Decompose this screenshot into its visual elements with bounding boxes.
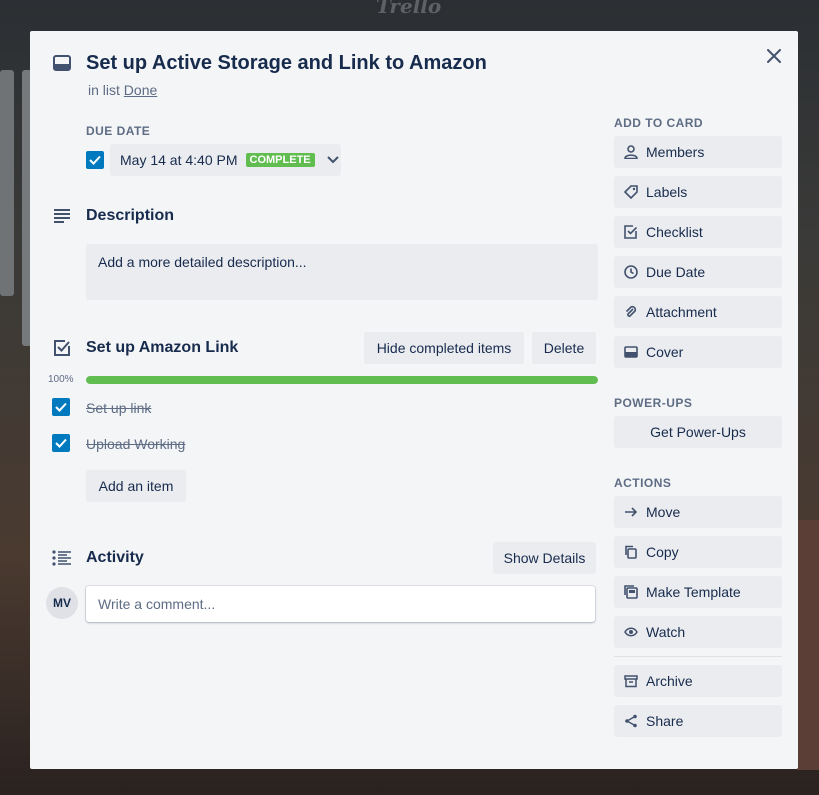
description-icon: [52, 206, 72, 226]
add-to-card-label: ADD TO CARD: [614, 116, 704, 130]
delete-checklist-button[interactable]: Delete: [532, 332, 596, 364]
card-title[interactable]: Set up Active Storage and Link to Amazon: [86, 52, 487, 75]
description-input[interactable]: Add a more detailed description...: [86, 244, 598, 300]
show-details-button[interactable]: Show Details: [493, 542, 596, 574]
activity-icon: [52, 548, 72, 568]
members-label: Members: [646, 144, 705, 160]
labels-label: Labels: [646, 184, 688, 200]
due-date-label: DUE DATE: [86, 124, 151, 138]
due-date-text: May 14 at 4:40 PM: [120, 152, 238, 168]
trello-logo: Trello: [376, 0, 442, 18]
due-date-button-sidebar[interactable]: Due Date: [614, 256, 782, 288]
archive-icon: [623, 673, 639, 689]
checklist-label: Checklist: [646, 224, 703, 240]
get-power-ups-button[interactable]: Get Power-Ups: [614, 416, 782, 448]
due-date-button[interactable]: May 14 at 4:40 PM COMPLETE: [110, 144, 341, 176]
share-icon: [623, 713, 639, 729]
due-complete-checkbox[interactable]: [86, 151, 104, 169]
complete-badge: COMPLETE: [245, 153, 315, 167]
list-link[interactable]: Done: [124, 82, 157, 98]
copy-icon: [623, 544, 639, 560]
share-button[interactable]: Share: [614, 705, 782, 737]
description-heading: Description: [86, 207, 175, 224]
checklist-icon: [623, 224, 639, 240]
watch-button[interactable]: Watch: [614, 616, 782, 648]
check-icon: [55, 402, 67, 412]
power-ups-label: POWER-UPS: [614, 396, 693, 410]
cover-button[interactable]: Cover: [614, 336, 782, 368]
archive-label: Archive: [646, 673, 693, 689]
template-icon: [623, 584, 639, 600]
archive-button[interactable]: Archive: [614, 665, 782, 697]
card-list-info: in list Done: [88, 82, 157, 98]
checklist-item-checkbox[interactable]: [52, 398, 70, 416]
move-button[interactable]: Move: [614, 496, 782, 528]
checklist-item-text[interactable]: Set up link: [86, 400, 151, 416]
due-date-label-sidebar: Due Date: [646, 264, 706, 280]
checklist-item-checkbox[interactable]: [52, 434, 70, 452]
paperclip-icon: [623, 304, 639, 320]
close-icon: [767, 49, 781, 63]
comment-input[interactable]: [86, 586, 595, 622]
avatar[interactable]: MV: [46, 587, 78, 619]
check-icon: [55, 438, 67, 448]
card-icon: [52, 53, 72, 73]
copy-button[interactable]: Copy: [614, 536, 782, 568]
copy-label: Copy: [646, 544, 679, 560]
hide-completed-button[interactable]: Hide completed items: [364, 332, 524, 364]
close-button[interactable]: [762, 44, 786, 68]
members-button[interactable]: Members: [614, 136, 782, 168]
move-label: Move: [646, 504, 681, 520]
cover-icon: [623, 344, 639, 360]
checklist-progress-fill: [86, 376, 598, 384]
person-icon: [623, 144, 639, 160]
eye-icon: [623, 624, 639, 640]
tag-icon: [623, 184, 639, 200]
labels-button[interactable]: Labels: [614, 176, 782, 208]
activity-heading: Activity: [86, 549, 144, 566]
cover-label: Cover: [646, 344, 684, 360]
sidebar-divider: [614, 656, 782, 657]
board-list-edge: [0, 70, 14, 296]
in-list-prefix: in list: [88, 82, 120, 98]
checklist-title[interactable]: Set up Amazon Link: [86, 339, 238, 357]
attachment-button[interactable]: Attachment: [614, 296, 782, 328]
checklist-icon: [52, 338, 72, 358]
make-template-label: Make Template: [646, 584, 741, 600]
checklist-button[interactable]: Checklist: [614, 216, 782, 248]
attachment-label: Attachment: [646, 304, 717, 320]
add-checklist-item-button[interactable]: Add an item: [86, 470, 186, 502]
board-background-strip: [797, 520, 819, 770]
checklist-progress-bar: [86, 376, 598, 384]
chevron-down-icon: [326, 156, 339, 164]
actions-label: ACTIONS: [614, 476, 672, 490]
clock-icon: [623, 264, 639, 280]
checklist-progress-percent: 100%: [48, 374, 74, 385]
make-template-button[interactable]: Make Template: [614, 576, 782, 608]
checklist-item-text[interactable]: Upload Working: [86, 436, 185, 452]
watch-label: Watch: [646, 624, 686, 640]
arrow-right-icon: [623, 504, 639, 520]
share-label: Share: [646, 713, 684, 729]
check-icon: [89, 155, 101, 165]
